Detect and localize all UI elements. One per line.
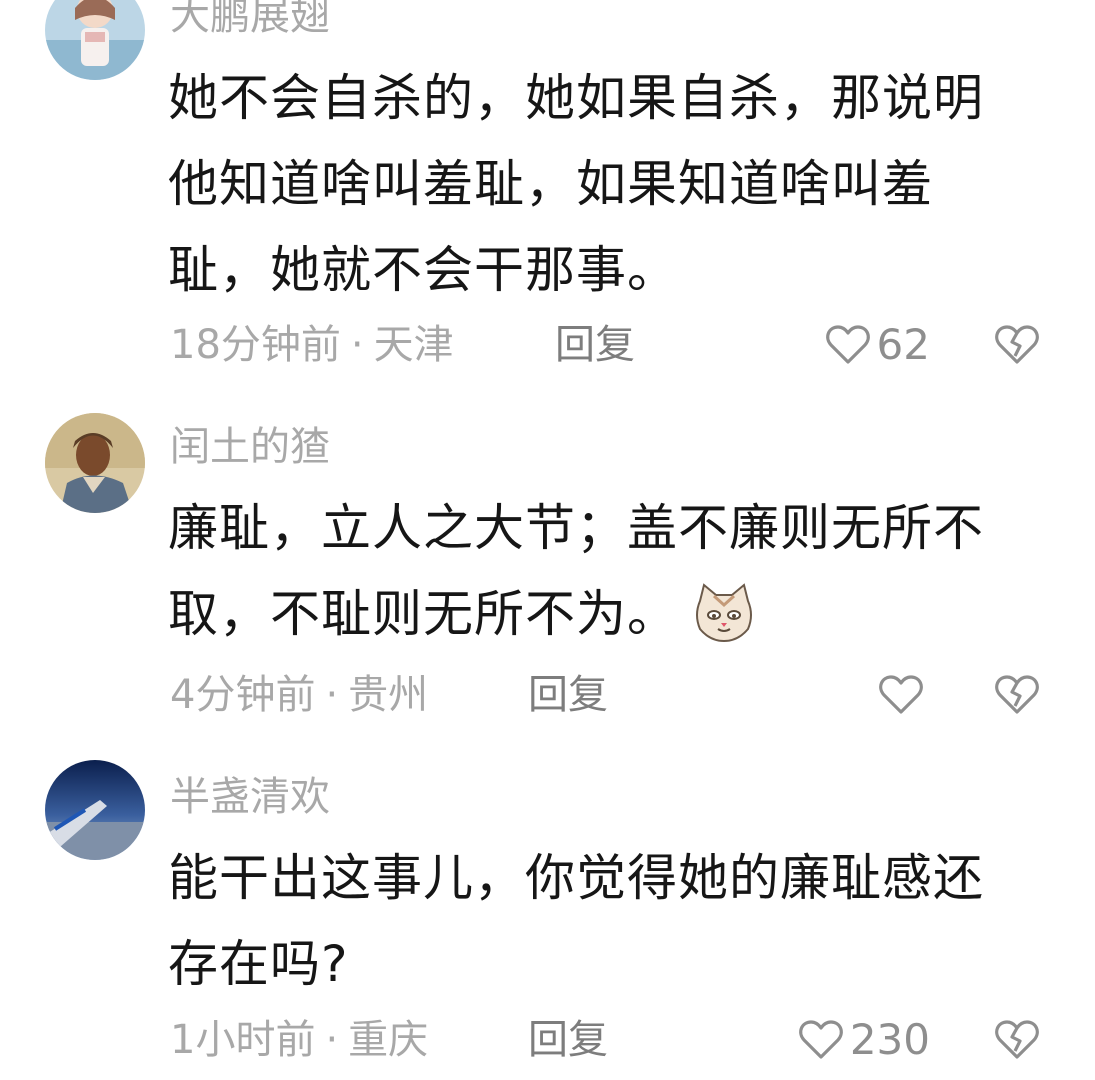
smug-cat-emoji xyxy=(692,581,756,645)
like-count: 230 xyxy=(849,1015,930,1064)
like-count: 62 xyxy=(876,320,930,369)
meta-separator: · xyxy=(325,1017,339,1063)
reply-button[interactable]: 回复 xyxy=(528,670,608,720)
comment-location: 天津 xyxy=(373,322,454,368)
comment-text: 廉耻，立人之大节；盖不廉则无所不 取，不耻则无所不为。 xyxy=(168,485,1058,657)
comment-time: 4分钟前 xyxy=(170,672,316,718)
comment-meta: 18分钟前 · 天津 xyxy=(170,320,454,370)
like-button[interactable]: 62 xyxy=(825,320,930,370)
comment-item: 闰土的猹 廉耻，立人之大节；盖不廉则无所不 取，不耻则无所不为。 4分钟前 · 贵州… xyxy=(0,405,1095,735)
comment-text-segment: 取，不耻则无所不为。 xyxy=(168,585,678,643)
comment-meta: 1小时前 · 重庆 xyxy=(170,1015,428,1065)
comment-location: 贵州 xyxy=(348,672,429,718)
comment-text-line: 存在吗? xyxy=(168,935,349,993)
like-button[interactable] xyxy=(878,670,930,720)
heart-outline-icon xyxy=(878,674,924,716)
meta-separator: · xyxy=(350,322,364,368)
comment-item: 半盏清欢 能干出这事儿，你觉得她的廉耻感还 存在吗? 1小时前 · 重庆 回复 23… xyxy=(0,760,1095,1080)
comment-text-line: 他知道啥叫羞耻，如果知道啥叫羞 xyxy=(168,155,933,213)
dislike-button[interactable] xyxy=(994,670,1040,720)
comment-text-line: 能干出这事儿，你觉得她的廉耻感还 xyxy=(168,849,984,907)
comment-location: 重庆 xyxy=(348,1017,429,1063)
broken-heart-icon xyxy=(994,324,1040,366)
comment-username[interactable]: 闰土的猹 xyxy=(170,425,330,469)
comment-username[interactable]: 大鹏展翅 xyxy=(170,0,330,38)
comment-text-line: 她不会自杀的，她如果自杀，那说明 xyxy=(168,69,984,127)
comment-text: 能干出这事儿，你觉得她的廉耻感还 存在吗? xyxy=(168,835,1058,1007)
comment-username[interactable]: 半盏清欢 xyxy=(170,775,330,819)
comment-time: 1小时前 xyxy=(170,1017,316,1063)
comment-text-line: 取，不耻则无所不为。 xyxy=(168,571,1058,657)
meta-separator: · xyxy=(325,672,339,718)
heart-outline-icon xyxy=(825,324,871,366)
comment-text-line: 耻，她就不会干那事。 xyxy=(168,241,678,299)
heart-outline-icon xyxy=(798,1019,844,1061)
reply-button[interactable]: 回复 xyxy=(555,320,635,370)
avatar[interactable] xyxy=(45,413,145,513)
reply-button[interactable]: 回复 xyxy=(528,1015,608,1065)
comment-text: 她不会自杀的，她如果自杀，那说明 他知道啥叫羞耻，如果知道啥叫羞 耻，她就不会干… xyxy=(168,55,1058,313)
broken-heart-icon xyxy=(994,674,1040,716)
dislike-button[interactable] xyxy=(994,320,1040,370)
like-button[interactable]: 230 xyxy=(798,1015,930,1065)
comment-meta: 4分钟前 · 贵州 xyxy=(170,670,428,720)
comment-time: 18分钟前 xyxy=(170,322,341,368)
dislike-button[interactable] xyxy=(994,1015,1040,1065)
avatar[interactable] xyxy=(45,0,145,80)
comment-item: 大鹏展翅 她不会自杀的，她如果自杀，那说明 他知道啥叫羞耻，如果知道啥叫羞 耻，… xyxy=(0,0,1095,380)
avatar[interactable] xyxy=(45,760,145,860)
comment-text-line: 廉耻，立人之大节；盖不廉则无所不 xyxy=(168,499,984,557)
broken-heart-icon xyxy=(994,1019,1040,1061)
